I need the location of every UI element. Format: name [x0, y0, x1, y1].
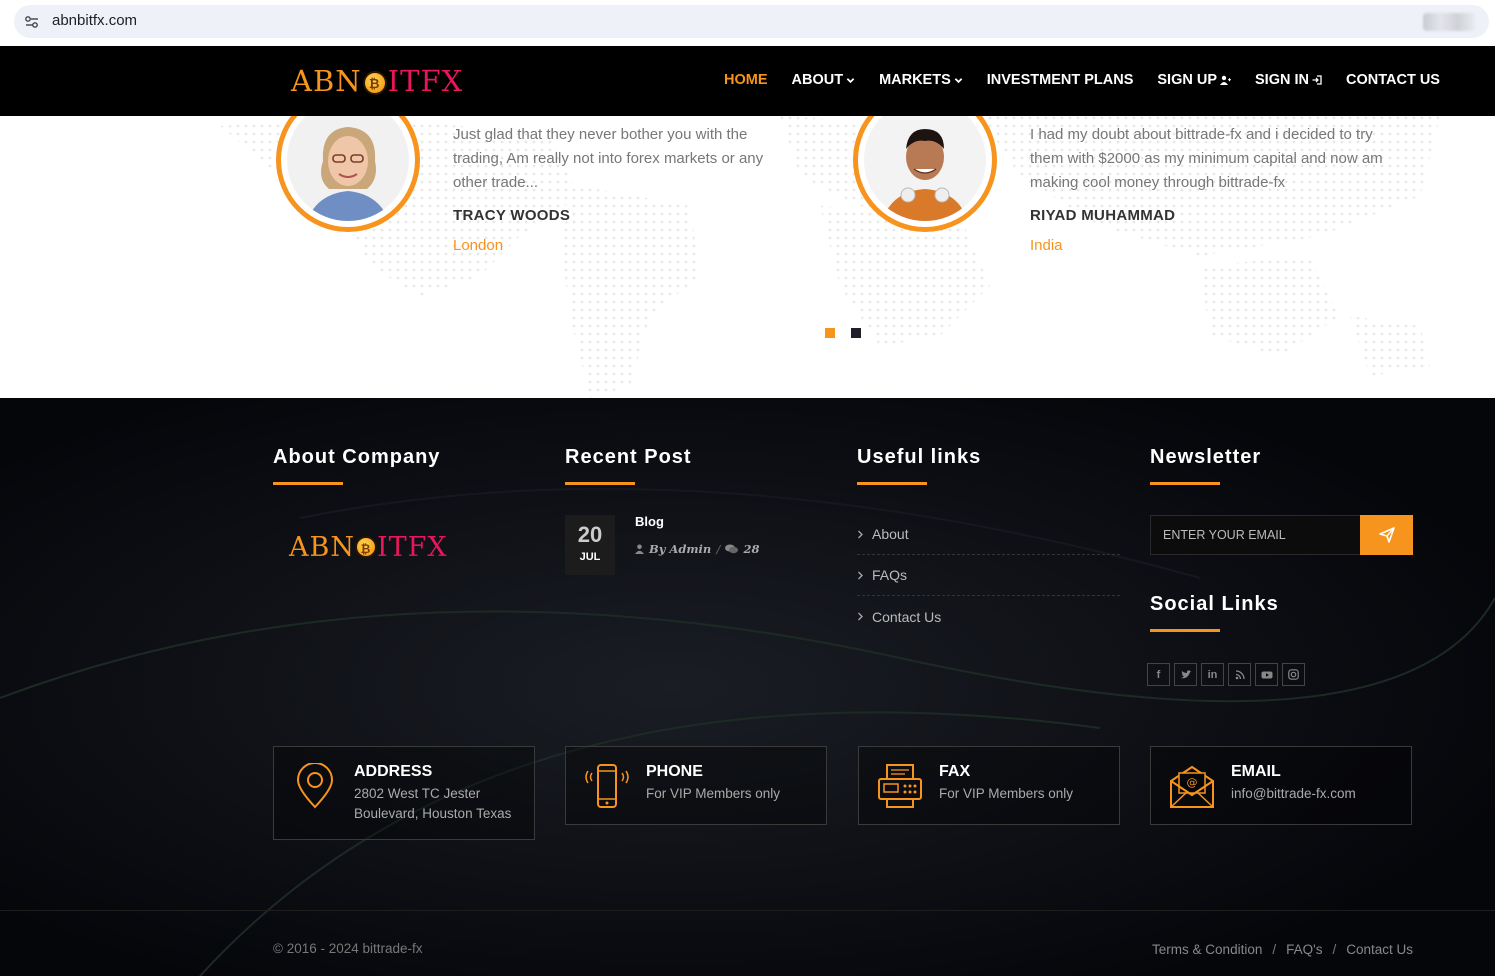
mobile-phone-icon: [585, 764, 629, 808]
footer-newsletter-title: Newsletter: [1150, 446, 1262, 468]
footer-background: [0, 398, 1495, 976]
title-underline: [565, 482, 635, 485]
woman-portrait-icon: [287, 116, 409, 221]
testimonial-text: Just glad that they never bother you wit…: [453, 126, 764, 191]
nav-sign-up[interactable]: SIGN UP: [1157, 72, 1232, 88]
copyright-text: © 2016 - 2024 bittrade-fx: [273, 941, 423, 956]
footer-link-contact[interactable]: Contact Us: [857, 596, 1120, 637]
contact-phone-box: PHONE For VIP Members only: [565, 746, 827, 825]
footer-recent-title: Recent Post: [565, 446, 692, 468]
carousel-dot-1[interactable]: [825, 328, 835, 338]
post-title-link[interactable]: Blog: [635, 514, 664, 529]
bitcoin-coin-icon: ₿: [354, 536, 377, 558]
twitter-icon[interactable]: [1174, 663, 1197, 686]
nav-home[interactable]: HOME: [724, 72, 768, 88]
rss-icon[interactable]: [1228, 663, 1251, 686]
bottom-links: Terms & Condition / FAQ's / Contact Us: [1152, 942, 1413, 957]
chevron-right-icon: [858, 612, 863, 621]
nav-about[interactable]: ABOUT: [792, 72, 856, 88]
chevron-down-icon: [954, 77, 963, 83]
comments-icon: [725, 544, 739, 554]
svg-text:@: @: [1187, 776, 1198, 789]
nav-markets[interactable]: MARKETS: [879, 72, 963, 88]
newsletter-email-input[interactable]: ENTER YOUR EMAIL: [1150, 515, 1360, 555]
title-underline: [1150, 482, 1220, 485]
footer-about-title: About Company: [273, 446, 441, 468]
footer-link-about[interactable]: About: [857, 514, 1120, 555]
sign-in-icon: [1312, 75, 1322, 85]
browser-bar: abnbitfx.com: [0, 0, 1495, 46]
chevron-right-icon: [858, 530, 863, 538]
chevron-right-icon: [858, 571, 863, 579]
testimonial-name: TRACY WOODS: [453, 207, 571, 224]
title-underline: [273, 482, 343, 485]
instagram-icon[interactable]: [1282, 663, 1305, 686]
bitcoin-coin-icon: ₿: [362, 71, 387, 95]
chevron-down-icon: [846, 77, 855, 83]
user-plus-icon: [1220, 75, 1232, 85]
youtube-icon[interactable]: [1255, 663, 1278, 686]
site-settings-icon[interactable]: [24, 14, 40, 30]
site-footer: About Company Recent Post Useful links N…: [0, 398, 1495, 976]
footer-divider: [0, 910, 1495, 911]
newsletter-submit-button[interactable]: [1360, 515, 1413, 555]
footer-links-title: Useful links: [857, 446, 982, 468]
carousel-dot-2[interactable]: [851, 328, 861, 338]
social-links: f in: [1147, 663, 1305, 686]
footer-social-title: Social Links: [1150, 593, 1279, 615]
send-icon: [1378, 527, 1395, 543]
footer-link-faqs[interactable]: FAQs: [857, 555, 1120, 596]
testimonial-text: I had my doubt about bittrade-fx and i d…: [1030, 126, 1383, 191]
envelope-icon: @: [1170, 765, 1214, 808]
terms-link[interactable]: Terms & Condition: [1152, 942, 1262, 957]
faqs-link[interactable]: FAQ's: [1286, 942, 1322, 957]
linkedin-icon[interactable]: in: [1201, 663, 1224, 686]
facebook-icon[interactable]: f: [1147, 663, 1170, 686]
site-logo[interactable]: ABN ₿ ITFX: [291, 64, 463, 98]
contact-address-box: ADDRESS 2802 West TC Jester Boulevard, H…: [273, 746, 535, 840]
site-header: ABN ₿ ITFX HOME ABOUT MARKETS INVESTMENT P…: [0, 46, 1495, 116]
testimonial-name: RIYAD MUHAMMAD: [1030, 207, 1176, 224]
avatar-tracy-woods: [276, 116, 422, 234]
url-text[interactable]: abnbitfx.com: [52, 12, 137, 29]
testimonials-section: Just glad that they never bother you wit…: [0, 116, 1495, 398]
testimonial-location: India: [1030, 237, 1063, 254]
contact-email-link[interactable]: info@bittrade-fx.com: [1231, 784, 1406, 804]
title-underline: [857, 482, 927, 485]
blurred-profile-icon[interactable]: [1423, 13, 1475, 31]
contact-email-box: @ EMAIL info@bittrade-fx.com: [1150, 746, 1412, 825]
nav-investment-plans[interactable]: INVESTMENT PLANS: [987, 72, 1134, 88]
nav-contact-us[interactable]: CONTACT US: [1346, 72, 1440, 88]
main-nav: HOME ABOUT MARKETS INVESTMENT PLANS SIGN…: [724, 72, 1440, 88]
contact-us-link[interactable]: Contact Us: [1346, 942, 1413, 957]
fax-machine-icon: [878, 764, 922, 808]
address-bar[interactable]: abnbitfx.com: [14, 5, 1489, 38]
post-meta: By Admin / 28: [635, 542, 760, 556]
user-icon: [635, 544, 644, 554]
location-pin-icon: [296, 763, 334, 809]
man-portrait-icon: [864, 116, 986, 221]
contact-fax-box: FAX For VIP Members only: [858, 746, 1120, 825]
title-underline: [1150, 629, 1220, 632]
avatar-riyad-muhammad: [853, 116, 999, 234]
post-date-badge: 20 JUL: [565, 515, 615, 575]
testimonial-location: London: [453, 237, 504, 254]
nav-sign-in[interactable]: SIGN IN: [1255, 72, 1322, 88]
footer-logo[interactable]: ABN ₿ ITFX: [289, 532, 448, 563]
